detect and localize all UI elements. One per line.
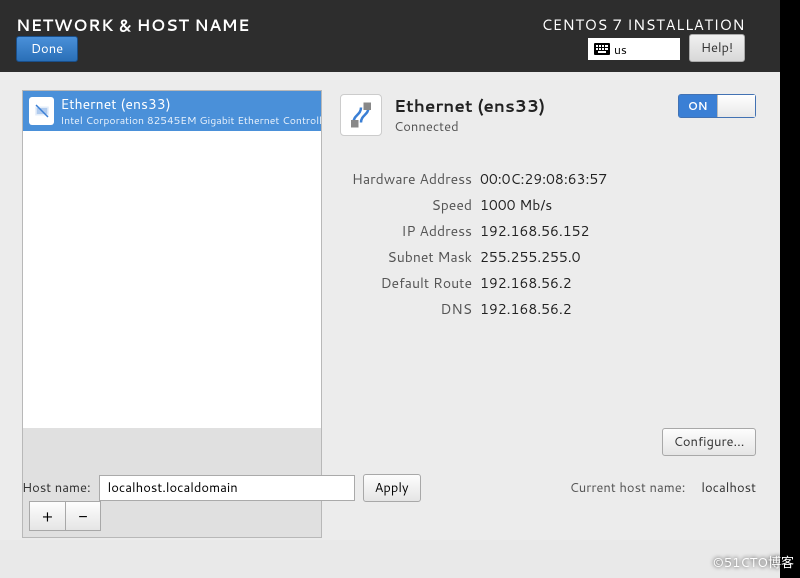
toggle-knob	[717, 95, 756, 117]
connection-toggle[interactable]: ON	[678, 94, 756, 118]
configure-button[interactable]: Configure...	[662, 428, 756, 456]
speed-label: Speed	[340, 192, 480, 218]
current-hostname-label: Current host name:	[570, 479, 686, 497]
default-route-label: Default Route	[340, 270, 480, 296]
interface-item-name: Ethernet (ens33)	[60, 94, 321, 114]
speed-value: 1000 Mb/s	[480, 192, 552, 218]
hw-address-value: 00:0C:29:08:63:57	[480, 166, 607, 192]
dns-value: 192.168.56.2	[480, 296, 572, 322]
toggle-on-label: ON	[679, 95, 717, 117]
detail-status: Connected	[394, 118, 545, 136]
page-title: NETWORK & HOST NAME	[16, 14, 250, 37]
detail-title: Ethernet (ens33)	[394, 94, 545, 118]
remove-interface-button[interactable]: −	[65, 501, 101, 531]
keyboard-layout-text: us	[614, 41, 627, 58]
keyboard-layout-indicator[interactable]: us	[588, 38, 680, 60]
subnet-mask-value: 255.255.255.0	[480, 244, 581, 270]
interface-item-ens33[interactable]: Ethernet (ens33) Intel Corporation 82545…	[23, 91, 321, 131]
interface-detail: Ethernet (ens33) Connected ON Hardware A…	[340, 94, 756, 322]
hostname-label: Host name:	[22, 479, 91, 497]
apply-hostname-button[interactable]: Apply	[363, 474, 421, 502]
right-black-edge	[780, 0, 800, 578]
header-bar: NETWORK & HOST NAME CENTOS 7 INSTALLATIO…	[0, 0, 800, 72]
detail-properties: Hardware Address00:0C:29:08:63:57 Speed1…	[340, 166, 756, 322]
interface-item-desc: Intel Corporation 82545EM Gigabit Ethern…	[60, 114, 321, 128]
hw-address-label: Hardware Address	[340, 166, 480, 192]
done-button[interactable]: Done	[16, 36, 78, 62]
interface-list: Ethernet (ens33) Intel Corporation 82545…	[22, 90, 322, 430]
add-interface-button[interactable]: +	[29, 501, 65, 531]
installer-title: CENTOS 7 INSTALLATION	[542, 14, 745, 35]
keyboard-icon	[594, 43, 610, 55]
subnet-mask-label: Subnet Mask	[340, 244, 480, 270]
hostname-input[interactable]	[99, 475, 355, 501]
watermark: ©51CTO博客	[713, 552, 794, 572]
help-button[interactable]: Help!	[689, 34, 745, 62]
dns-label: DNS	[340, 296, 480, 322]
ethernet-detail-icon	[340, 94, 382, 136]
ip-address-value: 192.168.56.152	[480, 218, 589, 244]
ip-address-label: IP Address	[340, 218, 480, 244]
hostname-row: Host name: Apply Current host name: loca…	[22, 472, 756, 504]
main-panel: Ethernet (ens33) Intel Corporation 82545…	[0, 72, 780, 540]
ethernet-icon	[29, 97, 54, 125]
current-hostname-value: localhost	[701, 479, 756, 497]
default-route-value: 192.168.56.2	[480, 270, 572, 296]
